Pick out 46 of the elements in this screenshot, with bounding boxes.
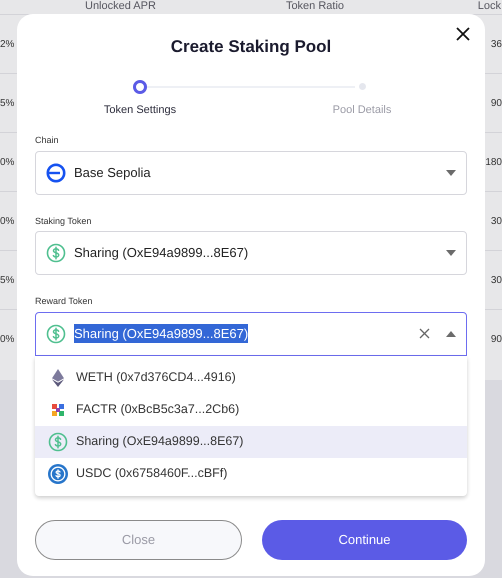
option-label: FACTR (0xBcB5c3a7...2Cb6) (76, 401, 240, 418)
field-label: Staking Token (35, 214, 92, 228)
table-cell-text: 5% (0, 274, 14, 288)
diamond-icon (52, 368, 64, 386)
table-cell-text: 36 (490, 38, 502, 52)
dropdown-option[interactable]: USDC (0x6758460F...cBFf) (35, 458, 467, 490)
column-header: Unlocked APR (85, 0, 156, 12)
modal-title: Create Staking Pool (170, 36, 332, 58)
selected-value: Sharing (OxE94a9899...8E67) (74, 324, 248, 344)
select-field[interactable]: Sharing (OxE94a9899...8E67) (35, 312, 467, 356)
option-label: Sharing (OxE94a9899...8E67) (76, 433, 244, 450)
column-header: Token Ratio (286, 0, 344, 12)
dollar-coin-icon (46, 243, 66, 263)
table-cell-text: 180 (485, 156, 502, 170)
table-cell-text: 0% (0, 156, 14, 170)
table-cell-text: 30 (490, 214, 502, 228)
usdc-coin-icon (48, 464, 68, 484)
selected-value: Sharing (OxE94a9899...8E67) (74, 244, 248, 262)
selected-value: Base Sepolia (74, 164, 151, 182)
dollar-coin-icon (46, 324, 66, 344)
dropdown-option[interactable]: FACTR (0xBcB5c3a7...2Cb6) (35, 394, 467, 426)
option-label: USDC (0x6758460F...cBFf) (76, 465, 228, 482)
field-label: Reward Token (35, 295, 94, 308)
table-cell-text: 5% (0, 96, 14, 110)
table-cell-text: 0% (0, 214, 14, 228)
select-field[interactable]: Base Sepolia (35, 150, 467, 194)
chain-icon (46, 162, 66, 182)
field-label: Chain (35, 134, 60, 147)
column-header: Lock (478, 0, 501, 12)
step-label[interactable]: Token Settings (104, 102, 176, 118)
caret-down-icon (446, 250, 456, 256)
table-cell-text: 2% (0, 38, 14, 52)
dollar-coin-icon (48, 432, 68, 452)
dropdown-option[interactable]: Sharing (OxE94a9899...8E67) (35, 426, 467, 458)
table-cell-text: 90 (490, 332, 502, 346)
continue-button[interactable]: Continue (262, 520, 467, 560)
select-field[interactable]: Sharing (OxE94a9899...8E67) (35, 231, 467, 275)
colored-squares-icon (52, 404, 64, 416)
table-cell-text: 90 (490, 96, 502, 110)
dropdown-option[interactable]: WETH (0x7d376CD4...4916) (35, 362, 467, 394)
caret-up-icon (446, 330, 456, 336)
table-cell-text: 30 (490, 274, 502, 288)
clear-icon[interactable] (419, 328, 430, 339)
option-label: WETH (0x7d376CD4...4916) (76, 369, 236, 386)
table-cell-text: 0% (0, 332, 14, 346)
caret-down-icon (446, 170, 456, 176)
